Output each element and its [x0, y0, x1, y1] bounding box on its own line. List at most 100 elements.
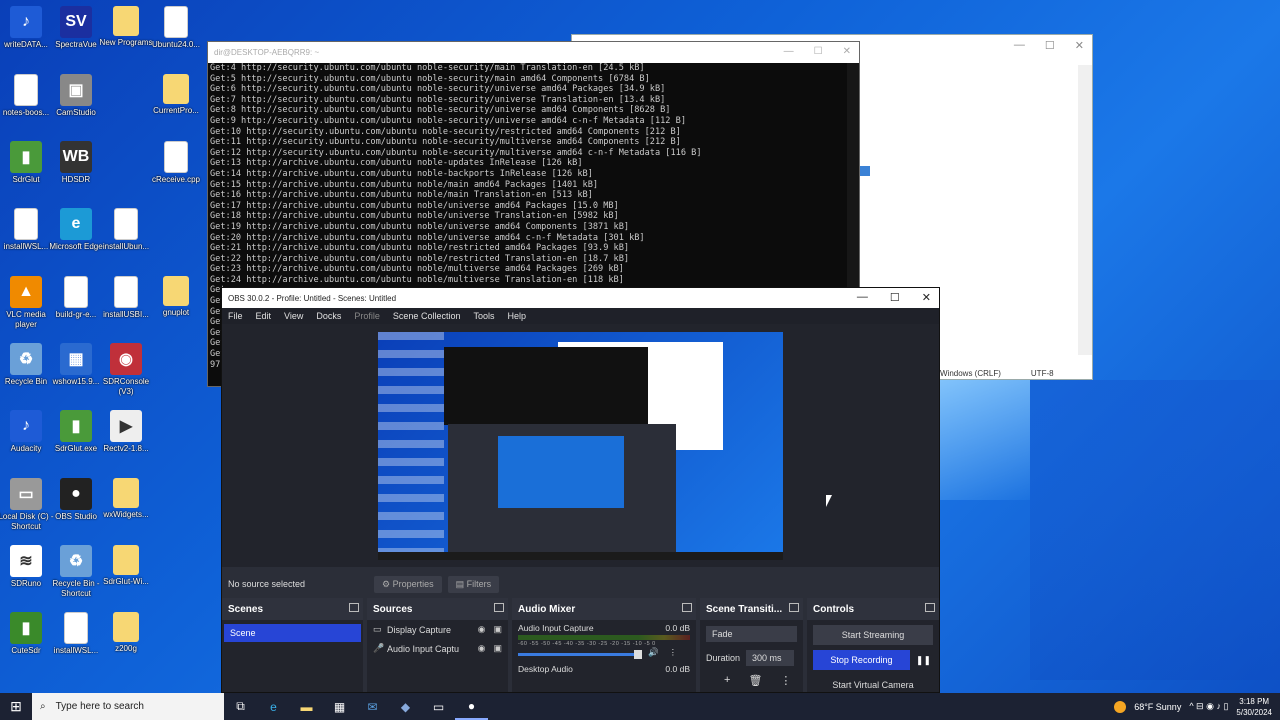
search-placeholder: Type here to search: [55, 701, 144, 712]
terminal-icon[interactable]: ▭: [422, 693, 455, 720]
app-icon: [14, 74, 38, 106]
terminal-close-button[interactable]: ✕: [843, 46, 851, 57]
terminal-titlebar[interactable]: dir@DESKTOP-AEBQRR9: ~ — ☐ ✕: [208, 42, 859, 63]
search-box[interactable]: ⌕ Type here to search: [32, 693, 224, 720]
menu-item[interactable]: Profile: [354, 311, 380, 321]
taskbar: ⊞ ⌕ Type here to search ⧉ e ▬ ▦ ✉ ◆ ▭ ● …: [0, 693, 1280, 720]
desktop-icon-label: cReceive.cpp: [151, 175, 201, 184]
menu-item[interactable]: Edit: [256, 311, 272, 321]
terminal-maximize-button[interactable]: ☐: [814, 46, 823, 57]
lock-icon[interactable]: ▣: [493, 624, 502, 635]
app-icon: ◉: [110, 343, 142, 375]
stop-recording-button[interactable]: Stop Recording: [813, 650, 910, 670]
menu-item[interactable]: Tools: [473, 311, 494, 321]
desktop-icon-label: CamStudio: [56, 108, 96, 117]
mail-icon[interactable]: ✉: [356, 693, 389, 720]
transitions-undock-icon[interactable]: [789, 603, 799, 612]
clock[interactable]: 3:18 PM 5/30/2024: [1236, 696, 1272, 718]
eye-icon[interactable]: ◉: [478, 624, 486, 635]
menu-item[interactable]: File: [228, 311, 243, 321]
notepad-scrollbar[interactable]: [1078, 65, 1092, 355]
filters-button[interactable]: ▤ Filters: [447, 575, 500, 593]
duration-input[interactable]: 300 ms: [746, 650, 795, 666]
desktop-icon[interactable]: gnuplot: [146, 276, 206, 318]
desktop-icon[interactable]: ▣ CamStudio: [46, 74, 106, 118]
notepad-maximize-button[interactable]: ☐: [1045, 39, 1055, 52]
app-icon: [113, 478, 139, 508]
mixer-undock-icon[interactable]: [682, 603, 692, 612]
menu-item[interactable]: Scene Collection: [393, 311, 461, 321]
lock-icon[interactable]: ▣: [493, 643, 502, 654]
preview-terminal: [444, 347, 648, 425]
desktop-icon[interactable]: wxWidgets...: [96, 478, 156, 520]
file-explorer-icon[interactable]: ▬: [290, 693, 323, 720]
desktop-icon[interactable]: Ubuntu24.0...: [146, 6, 206, 50]
controls-dock: Controls Start Streaming Stop Recording …: [807, 598, 939, 692]
obs-titlebar[interactable]: OBS 30.0.2 - Profile: Untitled - Scenes:…: [222, 288, 939, 308]
speaker-icon[interactable]: 🔊: [648, 647, 659, 658]
notepad-minimize-button[interactable]: —: [1014, 39, 1025, 52]
desktop-icon[interactable]: WB HDSDR: [46, 141, 106, 185]
source-label: Display Capture: [387, 624, 452, 635]
windows-start-icon[interactable]: ⊞: [0, 698, 32, 715]
desktop-icon[interactable]: ▶ Rectv2-1.8...: [96, 410, 156, 454]
desktop-icon[interactable]: z200g: [96, 612, 156, 654]
edge-icon[interactable]: e: [257, 693, 290, 720]
menu-item[interactable]: Help: [507, 311, 526, 321]
obs-window[interactable]: OBS 30.0.2 - Profile: Untitled - Scenes:…: [221, 287, 940, 693]
app-icon: [113, 545, 139, 575]
task-view-icon[interactable]: ⧉: [224, 693, 257, 720]
app-icon: ♻: [60, 545, 92, 577]
store-icon[interactable]: ▦: [323, 693, 356, 720]
scene-item[interactable]: Scene: [224, 624, 361, 642]
weather-text[interactable]: 68°F Sunny: [1134, 702, 1181, 712]
terminal-minimize-button[interactable]: —: [784, 46, 794, 57]
sources-undock-icon[interactable]: [494, 603, 504, 612]
channel-db: 0.0 dB: [665, 664, 690, 674]
trash-icon[interactable]: 🗑: [748, 674, 762, 687]
menu-item[interactable]: Docks: [316, 311, 341, 321]
obs-maximize-button[interactable]: ☐: [890, 291, 900, 304]
add-icon[interactable]: +: [724, 674, 730, 687]
desktop-icon-label: gnuplot: [162, 308, 190, 317]
transition-select[interactable]: Fade: [706, 626, 797, 642]
obs-preview[interactable]: [378, 332, 783, 560]
transitions-dock: Scene Transiti... Fade Duration 300 ms +…: [700, 598, 803, 692]
properties-button[interactable]: ⚙ Properties: [374, 575, 442, 593]
eye-icon[interactable]: ◉: [478, 643, 486, 654]
app-icon: ▶: [110, 410, 142, 442]
notepad-eol: Windows (CRLF): [940, 369, 1001, 378]
obs-minimize-button[interactable]: —: [857, 291, 868, 304]
desktop-icon-label: wxWidgets...: [103, 510, 149, 519]
tray-icons[interactable]: ^ ⊟ ◉ ♪ ▯: [1189, 701, 1228, 712]
start-virtual-camera-button[interactable]: Start Virtual Camera: [813, 675, 933, 695]
obs-icon[interactable]: ●: [455, 693, 488, 720]
obs-docks: Scenes Scene Sources ▭ Display Capture ◉…: [222, 598, 939, 692]
desktop-icon[interactable]: SdrGlut-Wi...: [96, 545, 156, 587]
app-icon[interactable]: ◆: [389, 693, 422, 720]
desktop-icon[interactable]: ◉ SDRConsole (V3): [96, 343, 156, 397]
source-display-capture[interactable]: ▭ Display Capture ◉ ▣: [367, 620, 508, 639]
scenes-undock-icon[interactable]: [349, 603, 359, 612]
terminal-title: dir@DESKTOP-AEBQRR9: ~: [214, 48, 320, 57]
obs-close-button[interactable]: ✕: [922, 291, 931, 304]
more-icon[interactable]: ⋮: [780, 674, 791, 687]
desktop-icon[interactable]: installUbun...: [96, 208, 156, 252]
notepad-close-button[interactable]: ✕: [1075, 39, 1084, 52]
volume-slider[interactable]: [518, 650, 642, 659]
obs-preview-area[interactable]: [222, 324, 939, 567]
notepad-encoding: UTF-8: [1030, 369, 1054, 378]
app-icon: [163, 276, 189, 306]
start-streaming-button[interactable]: Start Streaming: [813, 625, 933, 645]
source-audio-input[interactable]: 🎤 Audio Input Captu ◉ ▣: [367, 639, 508, 658]
app-icon: ▲: [10, 276, 42, 308]
desktop-icon[interactable]: + cReceive.cpp: [146, 141, 206, 185]
more-icon[interactable]: ⋮: [669, 647, 678, 658]
app-icon: [114, 276, 138, 308]
pause-icon[interactable]: ❚❚: [916, 655, 931, 666]
app-icon: e: [60, 208, 92, 240]
controls-undock-icon[interactable]: [925, 603, 935, 612]
desktop-icon[interactable]: CurrentPro...: [146, 74, 206, 116]
menu-item[interactable]: View: [284, 311, 303, 321]
mixer-channel: Desktop Audio 0.0 dB: [512, 661, 696, 677]
